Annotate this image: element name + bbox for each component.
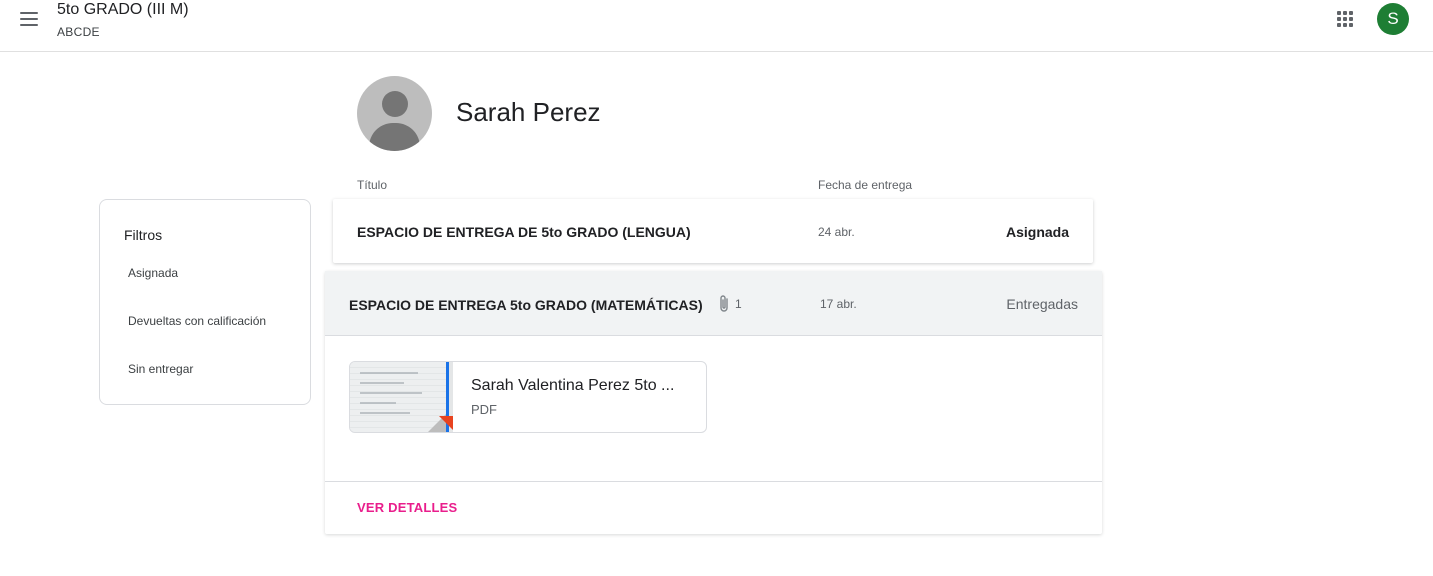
assignment-status: Entregadas: [1006, 296, 1078, 312]
filters-title: Filtros: [124, 227, 163, 243]
filter-devueltas-con-calificacion[interactable]: Devueltas con calificación: [128, 314, 266, 328]
apps-grid-icon[interactable]: [1334, 8, 1356, 30]
class-title[interactable]: 5to GRADO (III M): [57, 1, 189, 19]
student-name: Sarah Perez: [456, 97, 601, 127]
card-divider: [325, 481, 1102, 482]
assignment-row-lengua[interactable]: ESPACIO DE ENTREGA DE 5to GRADO (LENGUA)…: [333, 199, 1093, 263]
filters-panel: Filtros Asignada Devueltas con calificac…: [99, 199, 311, 405]
assignment-title: ESPACIO DE ENTREGA 5to GRADO (MATEMÁTICA…: [349, 297, 703, 313]
filter-asignada[interactable]: Asignada: [128, 266, 178, 280]
assignment-card-matematicas: ESPACIO DE ENTREGA 5to GRADO (MATEMÁTICA…: [325, 271, 1102, 534]
column-header-title: Título: [357, 178, 388, 192]
pdf-thumbnail: [350, 362, 453, 432]
assignment-status: Asignada: [1005, 224, 1069, 240]
class-section: ABCDE: [57, 25, 100, 39]
view-details-link[interactable]: VER DETALLES: [357, 500, 457, 515]
attachment-file-type: PDF: [471, 402, 497, 417]
assignment-row-matematicas[interactable]: ESPACIO DE ENTREGA 5to GRADO (MATEMÁTICA…: [325, 271, 1102, 336]
hamburger-menu-icon[interactable]: [12, 4, 46, 34]
assignment-due-date: 17 abr.: [820, 297, 857, 311]
assignment-title: ESPACIO DE ENTREGA DE 5to GRADO (LENGUA): [357, 224, 691, 240]
person-head-icon: [382, 91, 408, 117]
attachment-count: 1: [735, 297, 742, 311]
account-avatar-button[interactable]: S: [1377, 3, 1409, 35]
attachment-file-name: Sarah Valentina Perez 5to ...: [471, 377, 675, 394]
column-header-due-date: Fecha de entrega: [818, 178, 913, 192]
assignment-due-date: 24 abr.: [818, 225, 855, 239]
paperclip-icon: [720, 295, 728, 312]
top-app-bar: 5to GRADO (III M) ABCDE S: [0, 0, 1433, 52]
person-body-icon: [369, 123, 420, 151]
filter-sin-entregar[interactable]: Sin entregar: [128, 362, 193, 376]
attachment-file-card[interactable]: Sarah Valentina Perez 5to ... PDF: [349, 361, 707, 433]
student-avatar: [357, 76, 432, 151]
pdf-icon: [439, 416, 453, 430]
